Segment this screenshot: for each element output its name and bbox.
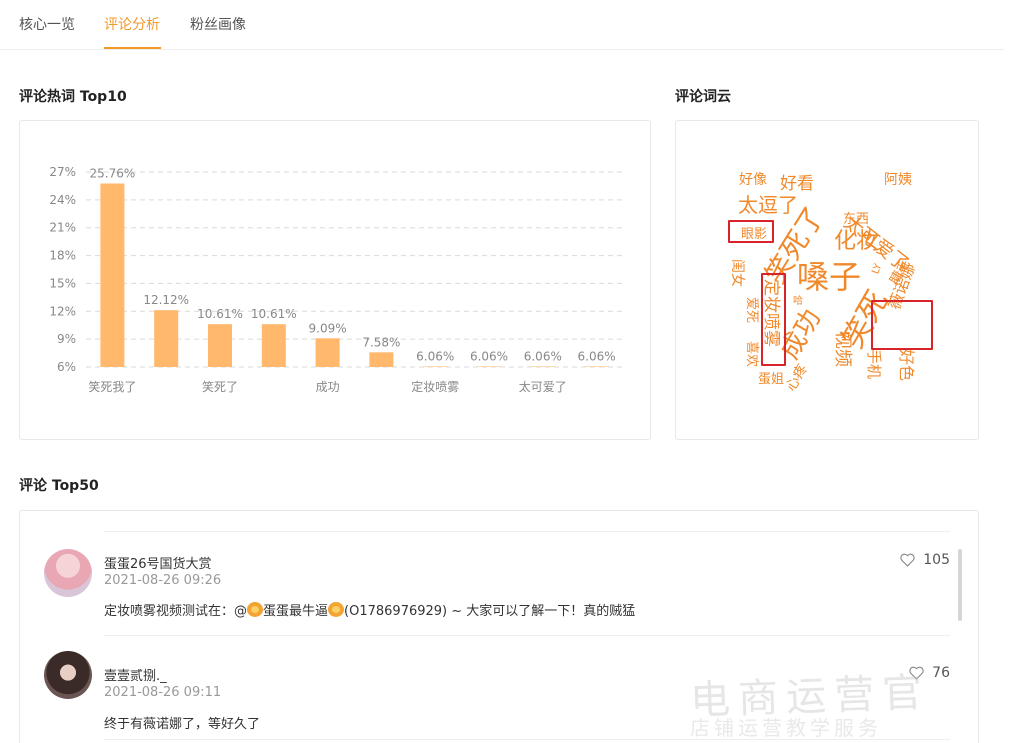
lion-emoji-icon [247, 602, 264, 617]
bar [208, 324, 232, 367]
bar-value-label: 12.12% [143, 293, 189, 307]
watermark-subtitle: 店铺运营教学服务 [690, 716, 882, 740]
x-category-label: 笑死了 [202, 379, 238, 394]
bar-value-label: 10.61% [251, 307, 297, 321]
y-tick-label: 18% [49, 249, 76, 263]
y-tick-label: 6% [57, 360, 76, 374]
bar [477, 366, 501, 367]
hotwords-bar-chart: 6% 9% 12% 15% 18% 21% 24% 27% 25.76% 笑死我了 12.12% 10… [49, 165, 624, 394]
cloud-word: 爱死 [744, 297, 759, 324]
cloud-word: 哈 [793, 296, 803, 307]
x-category-label: 成功 [316, 380, 340, 394]
x-category-label: 定妆喷雾 [411, 379, 459, 394]
highlight-box-eyeshadow [728, 220, 774, 243]
bar-value-label: 25.76% [90, 167, 136, 181]
cloud-word: 好看 [780, 174, 814, 194]
comment-list-scrollbar[interactable] [958, 549, 962, 621]
tab-core-overview[interactable]: 核心一览 [19, 14, 75, 34]
bar-value-label: 7.58% [362, 335, 400, 349]
bar [369, 352, 394, 367]
bar-value-label: 6.06% [578, 349, 616, 363]
comment-text-part: 定妆喷雾视频测试在：@ [104, 604, 248, 619]
cloud-word: 东西 [843, 212, 870, 227]
comment-text: 定妆喷雾视频测试在：@ 蛋蛋最牛逼 (O1786976929) ~ 大家可以了解一下… [104, 600, 635, 619]
bar-value-label: 9.09% [309, 321, 347, 335]
bar [423, 366, 448, 367]
cloud-word: 喜欢 [744, 341, 759, 368]
cloud-word: 闺女 [729, 259, 745, 287]
active-tab-indicator [104, 47, 161, 49]
comment-item: 蛋蛋26号国货大赏 2021-08-26 09:26 定妆喷雾视频测试在：@ 蛋蛋… [20, 531, 960, 635]
x-category-label: 太可爱了 [519, 379, 567, 394]
comment-text: 终于有薇诺娜了，等好久了 [104, 717, 261, 732]
comment-time: 2021-08-26 09:11 [104, 685, 222, 700]
comment-mention[interactable]: 蛋蛋最牛逼 [263, 604, 328, 619]
hotwords-chart-card: 6% 9% 12% 15% 18% 21% 24% 27% 25.76% 笑死我了 12.12% 10… [19, 120, 651, 440]
highlight-box-setting-spray [761, 273, 786, 366]
x-category-label: 笑死我了 [88, 379, 136, 394]
comment-author[interactable]: 壹壹贰捌._ [104, 665, 167, 684]
like-count-value: 76 [932, 665, 950, 681]
cloud-word: 化妆 [834, 229, 879, 254]
lion-emoji-icon [328, 602, 345, 617]
comments-title: 评论 Top50 [19, 478, 99, 494]
y-tick-label: 9% [57, 332, 76, 346]
bar-value-label: 10.61% [197, 307, 243, 321]
cloud-word: 阿姨 [884, 172, 912, 188]
comment-text-part: (O1786976929) ~ 大家可以了解一下！真的贼猛 [344, 604, 636, 619]
cloud-word: 手机 [865, 349, 883, 380]
comment-author[interactable]: 蛋蛋26号国货大赏 [104, 553, 212, 572]
comment-time: 2021-08-26 09:26 [104, 573, 222, 588]
y-tick-label: 24% [49, 193, 76, 207]
cloud-word: 嗓子 [797, 258, 862, 296]
y-tick-label: 12% [49, 304, 76, 318]
cloud-word: 心疼 [783, 361, 811, 394]
cloud-word: 蛋姐 [758, 372, 785, 387]
bar-value-label: 6.06% [416, 349, 454, 363]
tab-bar: 核心一览 评论分析 粉丝画像 [0, 0, 1004, 50]
bar [261, 324, 286, 367]
avatar[interactable] [44, 549, 92, 597]
y-tick-label: 27% [49, 165, 76, 179]
bar [154, 310, 179, 367]
like-count-value: 105 [923, 552, 950, 568]
wordcloud-card: 好像 好看 太可爱了 阿姨 太逗了 笑死了 东西 眼影 化妆 睫毛 嗓子 LY … [675, 120, 979, 440]
y-tick-label: 15% [49, 276, 76, 290]
tab-comment-analysis[interactable]: 评论分析 [104, 14, 160, 34]
like-count[interactable]: 105 [900, 552, 950, 568]
avatar[interactable] [44, 651, 92, 699]
bar [584, 366, 609, 367]
cloud-word: 视频 [832, 331, 853, 367]
bar-value-label: 6.06% [470, 349, 508, 363]
wordcloud-title: 评论词云 [675, 89, 731, 105]
bar [100, 183, 125, 367]
tab-fan-profile[interactable]: 粉丝画像 [190, 14, 246, 34]
heart-icon [900, 553, 915, 567]
cloud-word: LY [870, 262, 885, 276]
bar-value-label: 6.06% [524, 349, 562, 363]
bar [315, 338, 340, 367]
hotwords-title: 评论热词 Top10 [19, 89, 127, 105]
y-tick-label: 21% [49, 221, 76, 235]
cloud-word: 太逗了 [738, 193, 798, 217]
cloud-word: 好像 [739, 172, 767, 188]
cloud-word: 好色 [897, 349, 916, 382]
highlight-box-winona [871, 300, 933, 350]
bar [530, 366, 555, 367]
